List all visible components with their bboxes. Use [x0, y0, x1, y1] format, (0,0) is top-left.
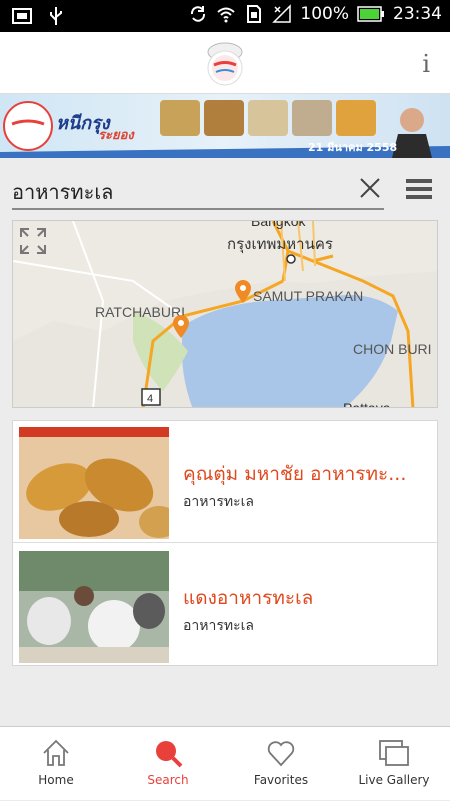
- signal-icon: [272, 4, 292, 23]
- route-shield: 4: [141, 388, 161, 406]
- heart-icon: [267, 741, 295, 767]
- city-dot: [286, 254, 296, 264]
- home-icon: [43, 739, 69, 766]
- sim-icon: [247, 5, 262, 23]
- map-label-bangkok-en: Bangkok: [251, 221, 306, 229]
- search-value: อาหารทะเล: [12, 180, 114, 204]
- map-view[interactable]: Bangkok กรุงเทพมหานคร SAMUT PRAKAN RATCH…: [12, 220, 438, 408]
- result-title: คุณตุ่ม มหาชัย อาหารทะ...: [183, 463, 407, 485]
- result-category: อาหารทะเล: [183, 494, 254, 510]
- tab-favorites[interactable]: Favorites: [225, 727, 337, 801]
- result-category: อาหารทะเล: [183, 618, 254, 634]
- map-label-chon-buri: CHON BURI: [353, 341, 432, 357]
- promo-banner[interactable]: หนีกรุง ระยอง 21 มีนาคม 2558: [0, 94, 450, 158]
- close-icon[interactable]: [358, 176, 382, 200]
- tab-search[interactable]: Search: [112, 727, 224, 801]
- screenshot-icon: [12, 8, 32, 24]
- banner-date: 21 มีนาคม 2558: [308, 141, 398, 154]
- food-photo: [336, 100, 376, 136]
- result-thumbnail: [19, 551, 169, 663]
- tab-label: Favorites: [253, 773, 309, 787]
- results-list: คุณตุ่ม มหาชัย อาหารทะ... อาหารทะเล แดงอ…: [12, 420, 439, 667]
- tab-live-gallery[interactable]: Live Gallery: [338, 727, 450, 801]
- svg-text:4: 4: [147, 393, 153, 405]
- tab-label: Search: [147, 773, 189, 787]
- search-icon: [156, 741, 183, 768]
- banner-subtitle: ระยอง: [98, 128, 134, 143]
- sync-icon: [191, 6, 206, 22]
- usb-icon: [50, 7, 62, 25]
- result-thumbnail: [19, 427, 169, 539]
- info-button[interactable]: i: [422, 50, 430, 78]
- list-item[interactable]: แดงอาหารทะเล อาหารทะเล: [13, 545, 439, 667]
- battery-percent: 100%: [300, 4, 349, 24]
- map-label-samut-prakan: SAMUT PRAKAN: [253, 288, 363, 304]
- tab-label: Live Gallery: [358, 773, 430, 787]
- food-photo: [160, 100, 200, 136]
- map-label-ratchaburi: RATCHABURI: [95, 304, 185, 320]
- map-label-pattaya: Pattaya: [343, 400, 391, 408]
- app-logo: [207, 42, 243, 86]
- search-input[interactable]: อาหารทะเล: [12, 170, 384, 210]
- wifi-icon: [217, 7, 236, 23]
- result-title: แดงอาหารทะเล: [183, 587, 314, 609]
- food-photo: [248, 100, 288, 136]
- app-header: i: [0, 32, 450, 94]
- tab-label: Home: [38, 773, 74, 787]
- map-label-bangkok-th: กรุงเทพมหานคร: [227, 235, 333, 254]
- battery-icon: [357, 6, 384, 22]
- gallery-icon: [379, 740, 409, 766]
- bottom-tab-bar: Home Search Favorites Live Gallery: [0, 726, 450, 800]
- clock: 23:34: [393, 4, 442, 24]
- list-item[interactable]: คุณตุ่ม มหาชัย อาหารทะ... อาหารทะเล: [13, 421, 439, 543]
- food-photo: [292, 100, 332, 136]
- menu-icon[interactable]: [406, 178, 432, 200]
- tab-home[interactable]: Home: [0, 727, 112, 801]
- food-photo: [204, 100, 244, 136]
- status-bar: 100% 23:34: [0, 0, 450, 32]
